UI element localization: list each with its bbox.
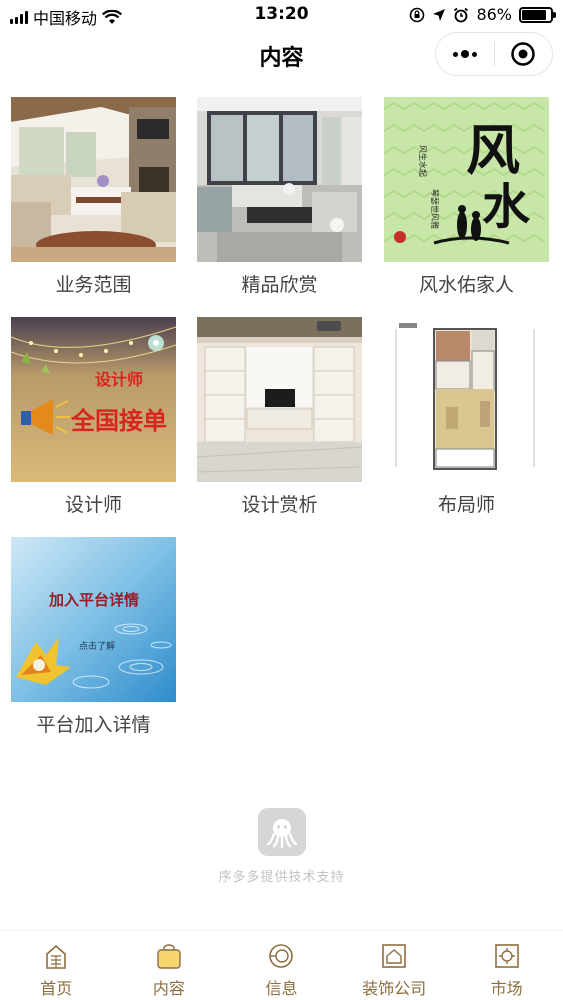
- tab-content-label: 内容: [152, 979, 185, 998]
- fengshui-side-text-2: 琴瑟世风雅: [430, 189, 440, 229]
- battery-percent: 86%: [476, 5, 512, 24]
- battery-fill: [522, 9, 547, 20]
- bag-icon: [157, 944, 181, 969]
- tech-support-text: 序多多提供技术支持: [218, 870, 345, 885]
- premium-showcase-label: 精品欣赏: [241, 274, 318, 296]
- info-circle-icon: [269, 944, 294, 968]
- design-appreciation-label: 设计赏析: [241, 494, 318, 516]
- grid-item-design-appreciation[interactable]: 设计赏析: [197, 317, 362, 517]
- platform-join-image: 加入平台详情 点击了解: [11, 537, 176, 702]
- platform-art-title: 加入平台详情: [48, 591, 139, 609]
- house-box-icon: [382, 944, 406, 968]
- tab-info[interactable]: 信息: [225, 931, 338, 1000]
- alarm-icon: [454, 7, 469, 22]
- mini-program-capsule: [435, 32, 553, 76]
- octopus-logo-icon: [257, 808, 306, 856]
- fengshui-side-text-1: 风生水起: [418, 145, 428, 177]
- layout-designer-image: [384, 317, 549, 482]
- platform-join-label: 平台加入详情: [36, 714, 151, 736]
- tab-home-label: 首页: [40, 979, 73, 998]
- location-icon: [433, 8, 446, 21]
- fengshui-big-char-2: 水: [482, 179, 531, 235]
- tab-decoration-company-label: 装饰公司: [362, 979, 427, 998]
- grid-item-fengshui[interactable]: 风 水 风生水起 琴瑟世风雅 风水佑家人: [384, 97, 549, 297]
- tab-home[interactable]: 首页: [0, 931, 113, 1000]
- business-scope-image: [11, 97, 176, 262]
- bottom-tab-bar: 首页 内容 信息 装饰公司 市场: [0, 930, 563, 1000]
- status-right: 86%: [409, 5, 556, 24]
- grid-item-layout-designer[interactable]: 布局师: [384, 317, 549, 517]
- fengshui-big-char-1: 风: [466, 118, 520, 182]
- more-button[interactable]: [436, 33, 494, 75]
- close-miniprogram-button[interactable]: [495, 33, 553, 75]
- orientation-lock-icon: [410, 7, 425, 22]
- tab-decoration-company[interactable]: 装饰公司: [338, 931, 451, 1000]
- gear-box-icon: [494, 944, 519, 968]
- tech-support-brand: 序多多提供技术支持: [0, 808, 563, 885]
- platform-art-hint: 点击了解: [79, 640, 115, 652]
- fengshui-image: 风 水 风生水起 琴瑟世风雅: [384, 97, 549, 262]
- grid-item-premium-showcase[interactable]: 精品欣赏: [197, 97, 362, 297]
- designer-label: 设计师: [64, 494, 122, 516]
- home-icon: [46, 944, 67, 969]
- designer-art-title: 设计师: [95, 370, 143, 389]
- battery-icon: [519, 6, 556, 23]
- grid-item-designer[interactable]: 设计师 全国接单 设计师: [11, 317, 176, 517]
- design-appreciation-image: [197, 317, 362, 482]
- tab-info-label: 信息: [265, 979, 298, 998]
- tab-content[interactable]: 内容: [113, 931, 226, 1000]
- layout-designer-label: 布局师: [437, 494, 495, 516]
- designer-image: 设计师 全国接单: [11, 317, 176, 482]
- target-close-icon: [511, 42, 535, 66]
- tab-market-label: 市场: [490, 979, 523, 998]
- business-scope-label: 业务范围: [55, 274, 132, 296]
- more-dots-icon: [452, 50, 477, 58]
- nav-bar: 内容: [0, 30, 563, 84]
- fengshui-label: 风水佑家人: [418, 274, 514, 296]
- designer-art-slogan: 全国接单: [70, 407, 167, 435]
- grid-item-business-scope[interactable]: 业务范围: [11, 97, 176, 297]
- status-bar: 中国移动 13:20 86%: [0, 0, 563, 30]
- grid-item-platform-join[interactable]: 加入平台详情 点击了解 平台加入详情: [11, 537, 176, 737]
- premium-showcase-image: [197, 97, 362, 262]
- tab-market[interactable]: 市场: [450, 931, 563, 1000]
